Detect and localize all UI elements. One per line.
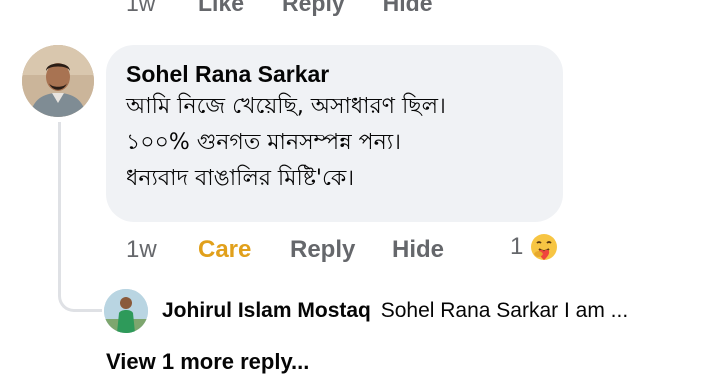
reply-snippet: Sohel Rana Sarkar I am ... — [380, 299, 629, 322]
comment-author[interactable]: Sohel Rana Sarkar — [126, 59, 543, 89]
reply-avatar[interactable] — [104, 289, 148, 333]
previous-comment-time: 1w — [126, 0, 156, 16]
previous-like-button[interactable]: Like — [198, 0, 244, 17]
reply-preview[interactable]: Johirul Islam Mostaq Sohel Rana Sarkar I… — [162, 296, 628, 326]
care-reaction-button[interactable]: Care — [198, 236, 290, 264]
comment-time[interactable]: 1w — [126, 236, 198, 264]
comment-actions: 1w Care Reply Hide — [126, 234, 512, 266]
hide-button[interactable]: Hide — [392, 236, 512, 264]
comment-text-line-2: ১০০% গুনগত মানসম্পন্ন পন্য। — [126, 130, 401, 155]
view-more-replies-link[interactable]: View 1 more reply... — [106, 347, 309, 377]
care-emoji-icon — [531, 234, 558, 260]
reaction-count: 1 — [510, 233, 524, 260]
reply-avatar-photo — [104, 289, 148, 333]
previous-hide-button[interactable]: Hide — [383, 0, 433, 17]
thread-line — [58, 122, 102, 312]
previous-reply-button[interactable]: Reply — [282, 0, 345, 17]
reply-button[interactable]: Reply — [290, 236, 392, 264]
previous-comment-actions: 1w Like Reply Hide — [126, 0, 471, 17]
comment-bubble: Sohel Rana Sarkar আমি নিজে খেয়েছি, অসাধ… — [106, 45, 563, 222]
avatar-photo — [22, 45, 94, 117]
avatar[interactable] — [22, 45, 94, 117]
comment-text-line-3: ধন্যবাদ বাঙালির মিষ্টি'কে। — [126, 166, 355, 191]
reaction-summary[interactable]: 1 — [510, 232, 559, 262]
comment-text-line-1: আমি নিজে খেয়েছি, অসাধারণ ছিল। — [126, 94, 446, 119]
reply-author[interactable]: Johirul Islam Mostaq — [162, 299, 371, 322]
